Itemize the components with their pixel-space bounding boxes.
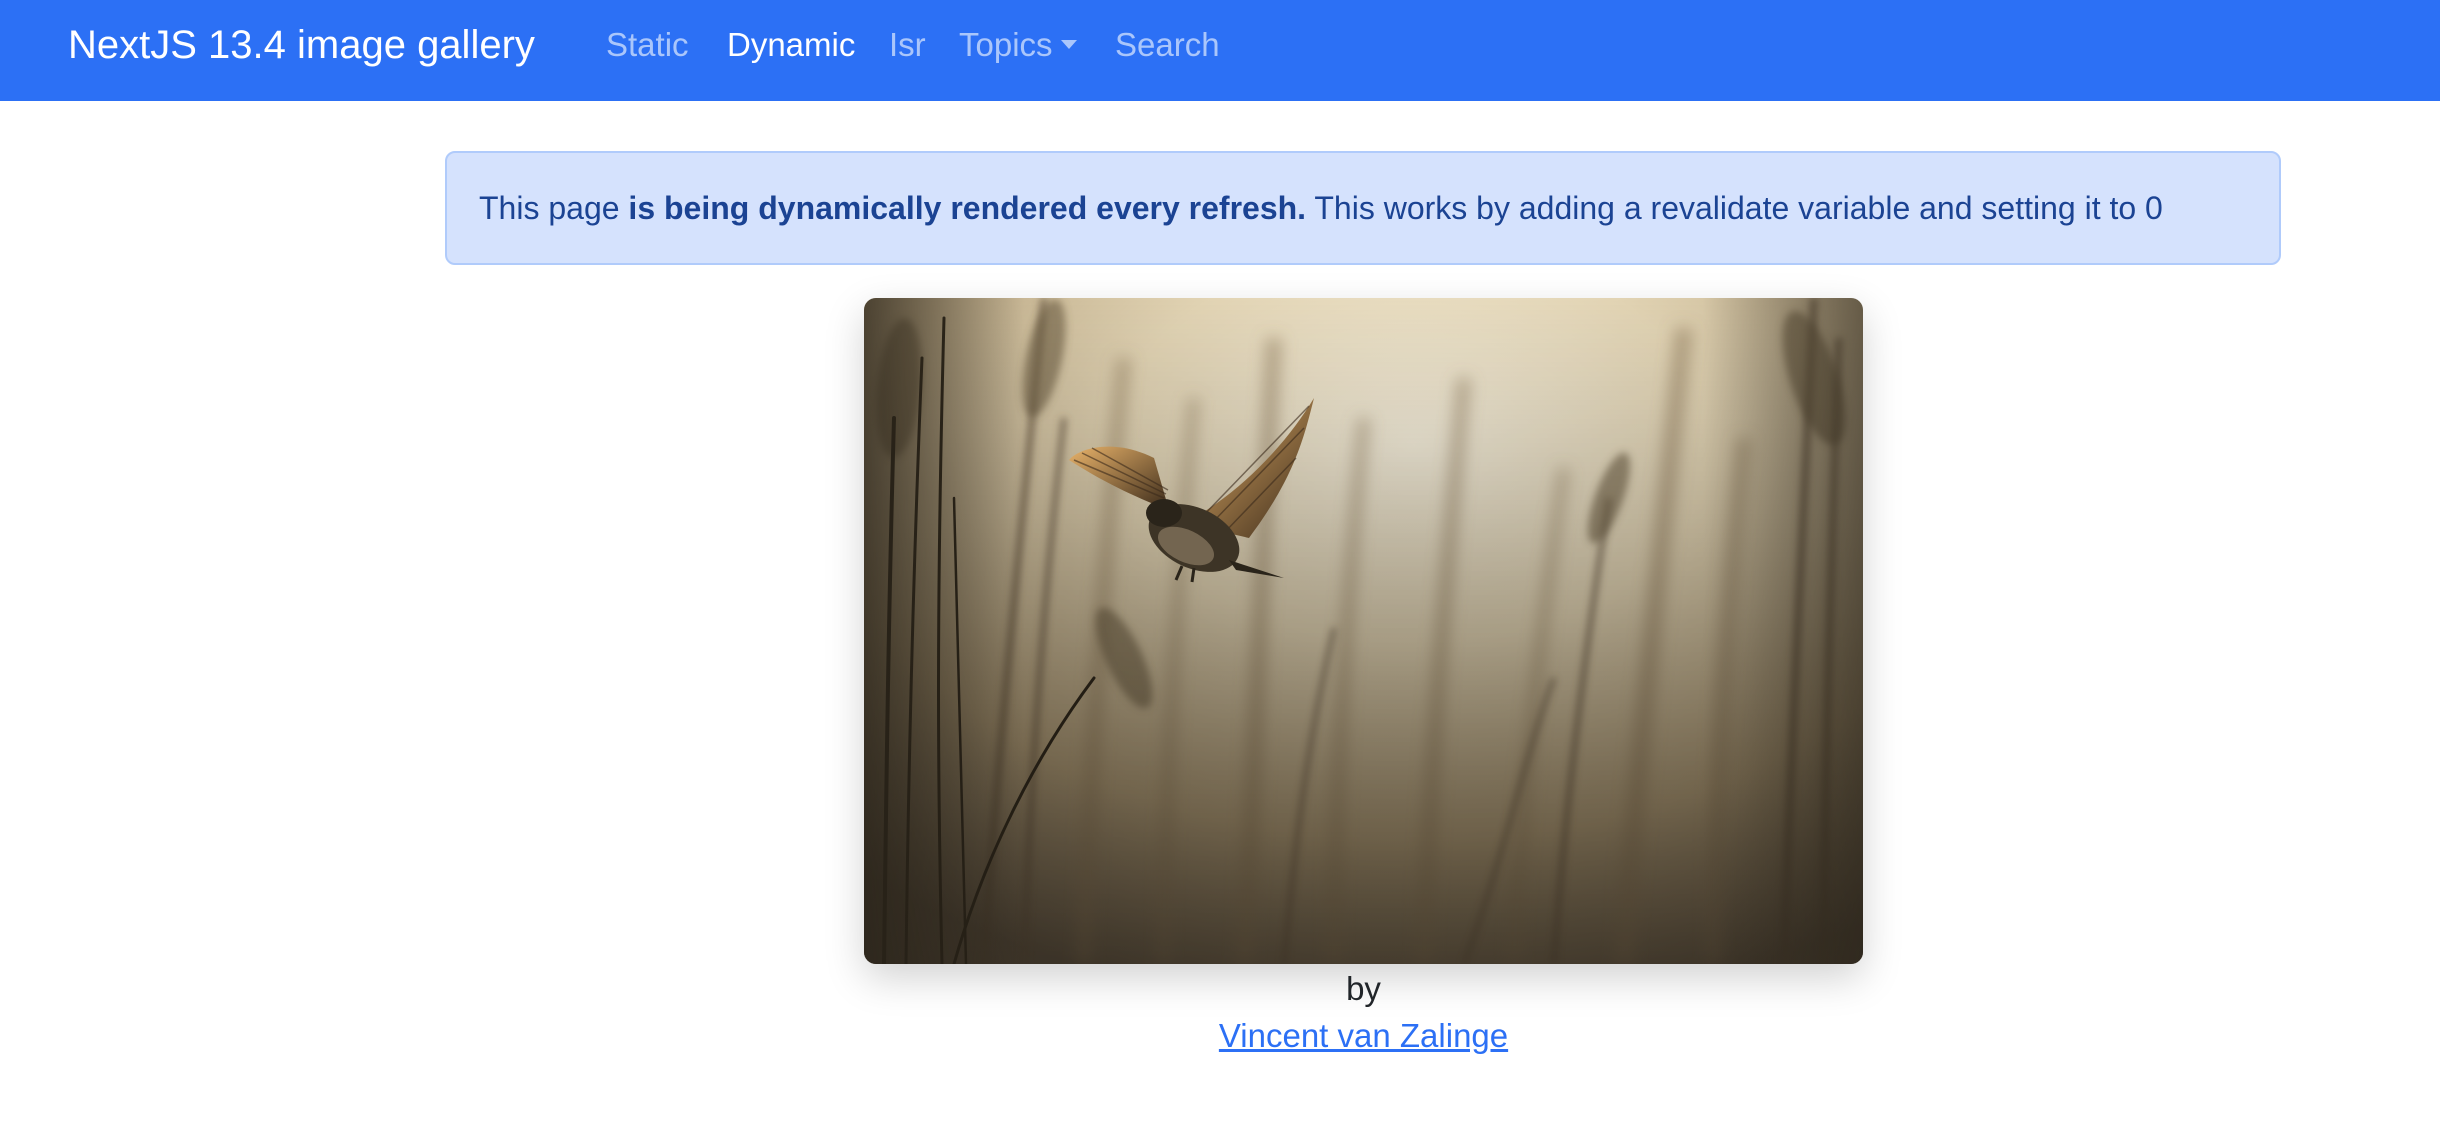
bird-photo-image [864,298,1863,964]
author-link-wrapper: Vincent van Zalinge [864,1014,1863,1058]
nav-topics-label: Topics [959,26,1053,63]
credit-by-text: by [1346,970,1381,1007]
nav-static-link[interactable]: Static [606,22,689,68]
brand-link[interactable]: NextJS 13.4 image gallery [68,18,535,72]
alert-suffix: This works by adding a revalidate variab… [1306,190,2163,226]
author-link[interactable]: Vincent van Zalinge [1219,1017,1508,1054]
nav-search-link[interactable]: Search [1115,22,1220,68]
nav-dynamic-link[interactable]: Dynamic [727,22,855,68]
nav-topics-dropdown[interactable]: Topics [959,22,1077,68]
info-alert: This page is being dynamically rendered … [445,151,2281,265]
alert-emphasis: is being dynamically rendered every refr… [628,190,1307,226]
top-navbar: NextJS 13.4 image gallery Static Dynamic… [0,0,2440,101]
gallery-photo [864,298,1863,964]
alert-prefix: This page [479,190,629,226]
caret-down-icon [1060,39,1077,49]
nav-isr-link[interactable]: Isr [889,22,926,68]
